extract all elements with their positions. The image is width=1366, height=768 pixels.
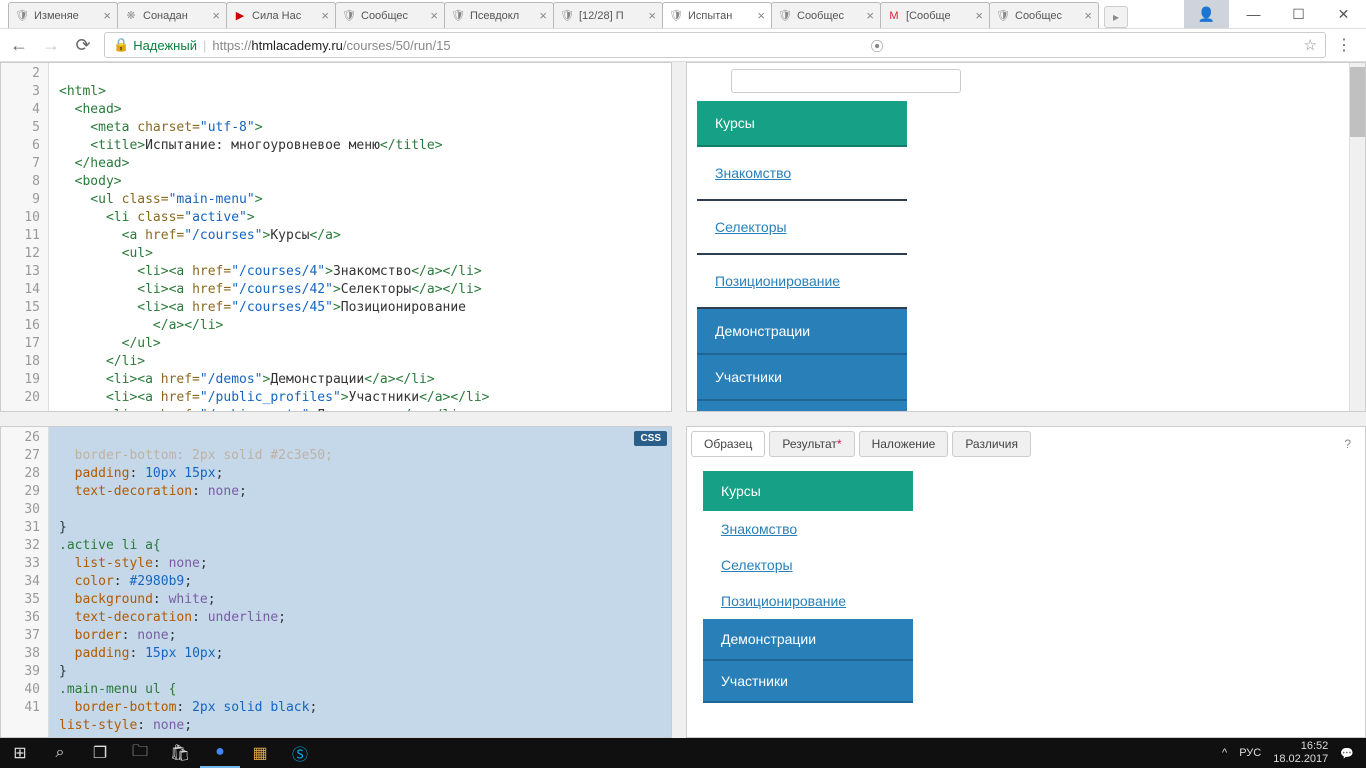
submenu-item[interactable]: Знакомство <box>697 147 907 201</box>
css-code[interactable]: border-bottom: 2px solid #2c3e50; paddin… <box>49 427 671 738</box>
notification-icon[interactable]: 💬 <box>1340 747 1354 760</box>
search-icon[interactable]: ⌕ <box>40 738 80 768</box>
menu-item-demos[interactable]: Демонстрации <box>703 619 913 661</box>
language-indicator[interactable]: РУС <box>1239 747 1261 759</box>
spinner-icon: ❋ <box>124 9 138 23</box>
close-icon[interactable]: × <box>1084 8 1092 23</box>
submenu-item[interactable]: Знакомство <box>703 511 913 547</box>
menu-item-achievements[interactable]: Достижения <box>697 401 907 412</box>
start-button[interactable]: ⊞ <box>0 738 40 768</box>
browser-tab[interactable]: 🛡Сообщес× <box>771 2 881 28</box>
preview-input[interactable] <box>731 69 961 93</box>
url-text: https://htmlacademy.ru/courses/50/run/15 <box>212 38 450 53</box>
browser-tab[interactable]: 🛡Сообщес× <box>335 2 445 28</box>
address-bar: ← → ⟳ 🔒 Надежный | https://htmlacademy.r… <box>0 28 1366 62</box>
menu-icon[interactable]: ⋮ <box>1336 35 1358 55</box>
shield-icon: 🛡 <box>560 9 574 23</box>
help-icon[interactable]: ? <box>1334 432 1361 456</box>
shield-icon: 🛡 <box>342 9 356 23</box>
preview-tab-row: Образец Результат Наложение Различия ? <box>687 427 1365 457</box>
browser-tab[interactable]: ▶Сила Нас× <box>226 2 336 28</box>
browser-tab-active[interactable]: 🛡Испытан× <box>662 2 772 28</box>
store-icon[interactable]: 🛍 <box>160 738 200 768</box>
window-controls: 👤 — ☐ ✕ <box>1184 0 1366 28</box>
new-tab-button[interactable]: ▸ <box>1104 6 1128 28</box>
menu-item-demos[interactable]: Демонстрации <box>697 309 907 355</box>
forward-button[interactable]: → <box>40 34 62 56</box>
result-menu: Курсы Знакомство Селекторы Позиционирова… <box>697 101 907 412</box>
menu-item-courses[interactable]: Курсы <box>703 471 913 511</box>
minimize-button[interactable]: — <box>1231 0 1276 28</box>
tab-result[interactable]: Результат <box>769 431 854 457</box>
shield-icon: 🛡 <box>451 9 465 23</box>
taskbar: ⊞ ⌕ ❐ 🗀 🛍 ● ▦ Ⓢ ^ РУС 16:52 18.02.2017 💬 <box>0 738 1366 768</box>
sample-menu: Курсы Знакомство Селекторы Позиционирова… <box>703 471 913 703</box>
url-field[interactable]: 🔒 Надежный | https://htmlacademy.ru/cour… <box>104 32 1326 58</box>
shield-icon: 🛡 <box>996 9 1010 23</box>
youtube-icon: ▶ <box>233 9 247 23</box>
profile-icon[interactable]: 👤 <box>1184 0 1229 28</box>
app-icon[interactable]: ▦ <box>240 738 280 768</box>
browser-tab[interactable]: ❋Сонадан× <box>117 2 227 28</box>
star-icon[interactable]: ☆ <box>1304 36 1317 54</box>
submenu-item[interactable]: Селекторы <box>697 201 907 255</box>
close-icon[interactable]: × <box>321 8 329 23</box>
menu-item-members[interactable]: Участники <box>703 661 913 703</box>
browser-tab[interactable]: 🛡[12/28] П× <box>553 2 663 28</box>
scrollbar[interactable] <box>1349 63 1365 411</box>
menu-item-courses[interactable]: Курсы <box>697 101 907 147</box>
browser-tab-strip: 🛡Изменяе× ❋Сонадан× ▶Сила Нас× 🛡Сообщес×… <box>0 0 1366 28</box>
menu-item-members[interactable]: Участники <box>697 355 907 401</box>
close-icon[interactable]: × <box>975 8 983 23</box>
page-content: 234567891011121314151617181920 <html> <h… <box>0 62 1366 738</box>
tab-sample[interactable]: Образец <box>691 431 765 457</box>
close-icon[interactable]: × <box>103 8 111 23</box>
maximize-button[interactable]: ☐ <box>1276 0 1321 28</box>
reload-button[interactable]: ⟳ <box>72 34 94 56</box>
css-editor-panel[interactable]: CSS 26272829303132333435363738394041 bor… <box>0 426 672 738</box>
tab-overlay[interactable]: Наложение <box>859 431 949 457</box>
html-code[interactable]: <html> <head> <meta charset="utf-8"> <ti… <box>49 63 671 412</box>
close-icon[interactable]: × <box>539 8 547 23</box>
system-tray: ^ РУС 16:52 18.02.2017 💬 <box>1222 740 1366 766</box>
submenu-item[interactable]: Селекторы <box>703 547 913 583</box>
browser-tab[interactable]: 🛡Сообщес× <box>989 2 1099 28</box>
close-icon[interactable]: × <box>757 8 765 23</box>
browser-tab[interactable]: 🛡Псевдокл× <box>444 2 554 28</box>
tray-up-icon[interactable]: ^ <box>1222 747 1227 759</box>
lock-icon: 🔒 Надежный <box>113 37 197 53</box>
sample-preview-panel: Образец Результат Наложение Различия ? К… <box>686 426 1366 738</box>
close-icon[interactable]: × <box>212 8 220 23</box>
submenu-item[interactable]: Позиционирование <box>697 255 907 309</box>
browser-tab[interactable]: 🛡Изменяе× <box>8 2 118 28</box>
gmail-icon: M <box>887 9 901 23</box>
close-icon[interactable]: × <box>866 8 874 23</box>
line-gutter: 26272829303132333435363738394041 <box>1 427 49 737</box>
submenu-item[interactable]: Позиционирование <box>703 583 913 619</box>
clock[interactable]: 16:52 18.02.2017 <box>1273 740 1328 766</box>
shield-icon: 🛡 <box>669 9 683 23</box>
browser-tab[interactable]: M[Сообще× <box>880 2 990 28</box>
tab-diff[interactable]: Различия <box>952 431 1031 457</box>
css-badge: CSS <box>634 431 667 446</box>
line-gutter: 234567891011121314151617181920 <box>1 63 49 411</box>
chrome-icon[interactable]: ● <box>200 738 240 768</box>
close-icon[interactable]: × <box>648 8 656 23</box>
task-view-icon[interactable]: ❐ <box>80 738 120 768</box>
file-explorer-icon[interactable]: 🗀 <box>120 738 160 768</box>
close-icon[interactable]: × <box>430 8 438 23</box>
translate-icon[interactable]: ⦿ <box>871 36 884 55</box>
close-window-button[interactable]: ✕ <box>1321 0 1366 28</box>
html-editor-panel[interactable]: 234567891011121314151617181920 <html> <h… <box>0 62 672 412</box>
shield-icon: 🛡 <box>778 9 792 23</box>
shield-icon: 🛡 <box>15 9 29 23</box>
back-button[interactable]: ← <box>8 34 30 56</box>
result-preview-panel: Курсы Знакомство Селекторы Позиционирова… <box>686 62 1366 412</box>
skype-icon[interactable]: Ⓢ <box>280 738 320 768</box>
